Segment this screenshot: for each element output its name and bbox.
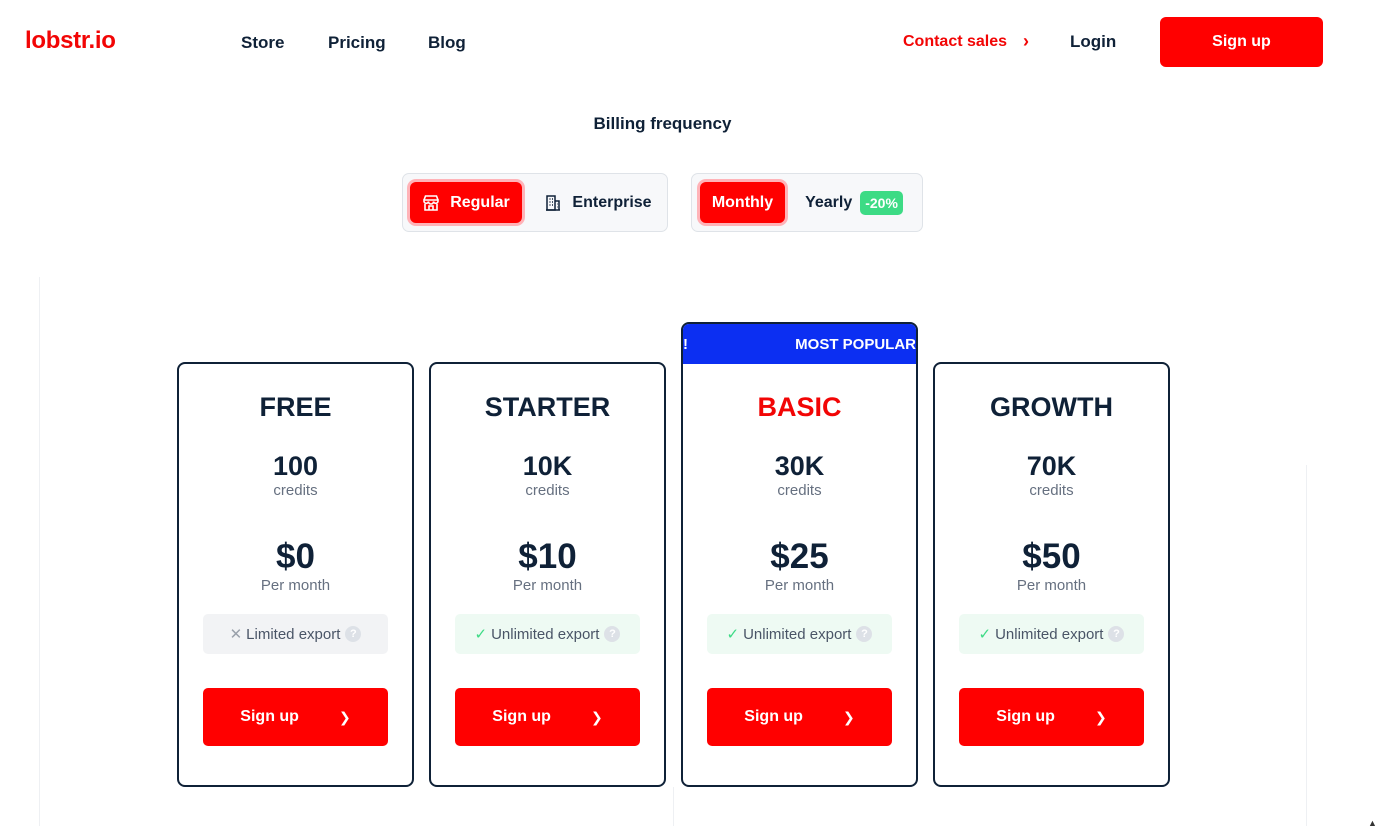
check-icon: ✓	[726, 626, 740, 643]
price-period: Per month	[260, 577, 331, 594]
help-icon[interactable]: ?	[856, 626, 873, 642]
help-icon[interactable]: ?	[604, 626, 621, 642]
discount-badge: -20%	[860, 190, 903, 215]
help-icon[interactable]: ?	[345, 626, 362, 642]
nav-store[interactable]: Store	[241, 33, 284, 53]
signup-label: Sign up	[996, 708, 1055, 725]
chevron-right-icon: ❯	[1094, 708, 1107, 725]
regular-toggle[interactable]: Regular	[410, 182, 522, 223]
signup-button-starter[interactable]: Sign up ❯	[455, 688, 640, 746]
export-label: Unlimited export	[491, 625, 600, 643]
credits-amount: 100	[272, 451, 319, 481]
price-period: Per month	[764, 577, 835, 594]
divider	[673, 787, 674, 826]
check-icon: ✓	[474, 626, 488, 643]
signup-label: Sign up	[240, 708, 299, 725]
credits-label: credits	[273, 482, 318, 499]
yearly-label: Yearly	[805, 193, 853, 211]
logo[interactable]: lobstr.io	[25, 27, 116, 55]
billing-period-toggle: Monthly Yearly -20%	[691, 173, 923, 232]
chevron-right-icon: ❯	[338, 708, 351, 725]
billing-frequency-title: Billing frequency	[593, 114, 732, 133]
credits-label: credits	[777, 482, 822, 499]
contact-sales-link[interactable]: Contact sales	[903, 33, 1007, 51]
mouse-cursor-icon: ▲	[1368, 818, 1377, 826]
export-feature: ✓ Unlimited export ?	[455, 614, 640, 654]
signup-button-free[interactable]: Sign up ❯	[203, 688, 388, 746]
banner-fragment: !	[683, 336, 688, 353]
credits-amount: 10K	[522, 451, 573, 481]
login-link[interactable]: Login	[1070, 32, 1116, 52]
credits-label: credits	[525, 482, 570, 499]
monthly-toggle[interactable]: Monthly	[700, 182, 785, 223]
export-label: Unlimited export	[995, 625, 1104, 643]
nav-blog[interactable]: Blog	[428, 33, 466, 53]
chevron-right-icon: ❯	[590, 708, 603, 725]
enterprise-toggle[interactable]: Enterprise	[536, 182, 660, 223]
most-popular-banner: ! MOST POPULAR	[683, 324, 916, 364]
nav-pricing[interactable]: Pricing	[328, 33, 386, 53]
check-icon: ✓	[978, 626, 992, 643]
help-icon[interactable]: ?	[1108, 626, 1125, 642]
store-icon	[422, 194, 440, 212]
price-period: Per month	[512, 577, 583, 594]
yearly-toggle[interactable]: Yearly -20%	[802, 182, 906, 223]
plan-price: $25	[770, 537, 829, 576]
signup-label: Sign up	[744, 708, 803, 725]
credits-label: credits	[1029, 482, 1074, 499]
export-feature: ✓ Unlimited export ?	[707, 614, 892, 654]
export-label: Limited export	[246, 625, 341, 643]
plan-price: $50	[1022, 537, 1081, 576]
enterprise-label: Enterprise	[572, 193, 652, 211]
chevron-right-icon: ❯	[842, 708, 855, 725]
signup-label: Sign up	[492, 708, 551, 725]
plan-name: GROWTH	[990, 392, 1113, 422]
plan-price: $10	[518, 537, 577, 576]
credits-amount: 30K	[774, 451, 825, 481]
plan-card-starter: STARTER 10K credits $10 Per month ✓ Unli…	[429, 362, 666, 787]
export-feature: ✕ Limited export ?	[203, 614, 388, 654]
chevron-right-icon: ›	[1023, 31, 1029, 51]
most-popular-label: MOST POPULAR	[795, 336, 916, 353]
x-icon: ✕	[229, 626, 243, 643]
plan-name: BASIC	[757, 392, 842, 422]
building-icon	[544, 194, 562, 212]
credits-amount: 70K	[1026, 451, 1077, 481]
plan-name: FREE	[259, 392, 332, 422]
signup-button-basic[interactable]: Sign up ❯	[707, 688, 892, 746]
price-period: Per month	[1016, 577, 1087, 594]
plan-card-basic: ! MOST POPULAR BASIC 30K credits $25 Per…	[681, 322, 918, 787]
plan-price: $0	[276, 537, 315, 576]
signup-button[interactable]: Sign up	[1160, 17, 1323, 67]
divider	[1306, 465, 1307, 826]
divider	[39, 277, 40, 826]
plan-type-toggle: Regular Enterprise	[402, 173, 668, 232]
plan-name: STARTER	[484, 392, 611, 422]
export-label: Unlimited export	[743, 625, 852, 643]
export-feature: ✓ Unlimited export ?	[959, 614, 1144, 654]
plan-card-free: FREE 100 credits $0 Per month ✕ Limited …	[177, 362, 414, 787]
regular-label: Regular	[450, 193, 510, 211]
plan-card-growth: GROWTH 70K credits $50 Per month ✓ Unlim…	[933, 362, 1170, 787]
signup-button-growth[interactable]: Sign up ❯	[959, 688, 1144, 746]
